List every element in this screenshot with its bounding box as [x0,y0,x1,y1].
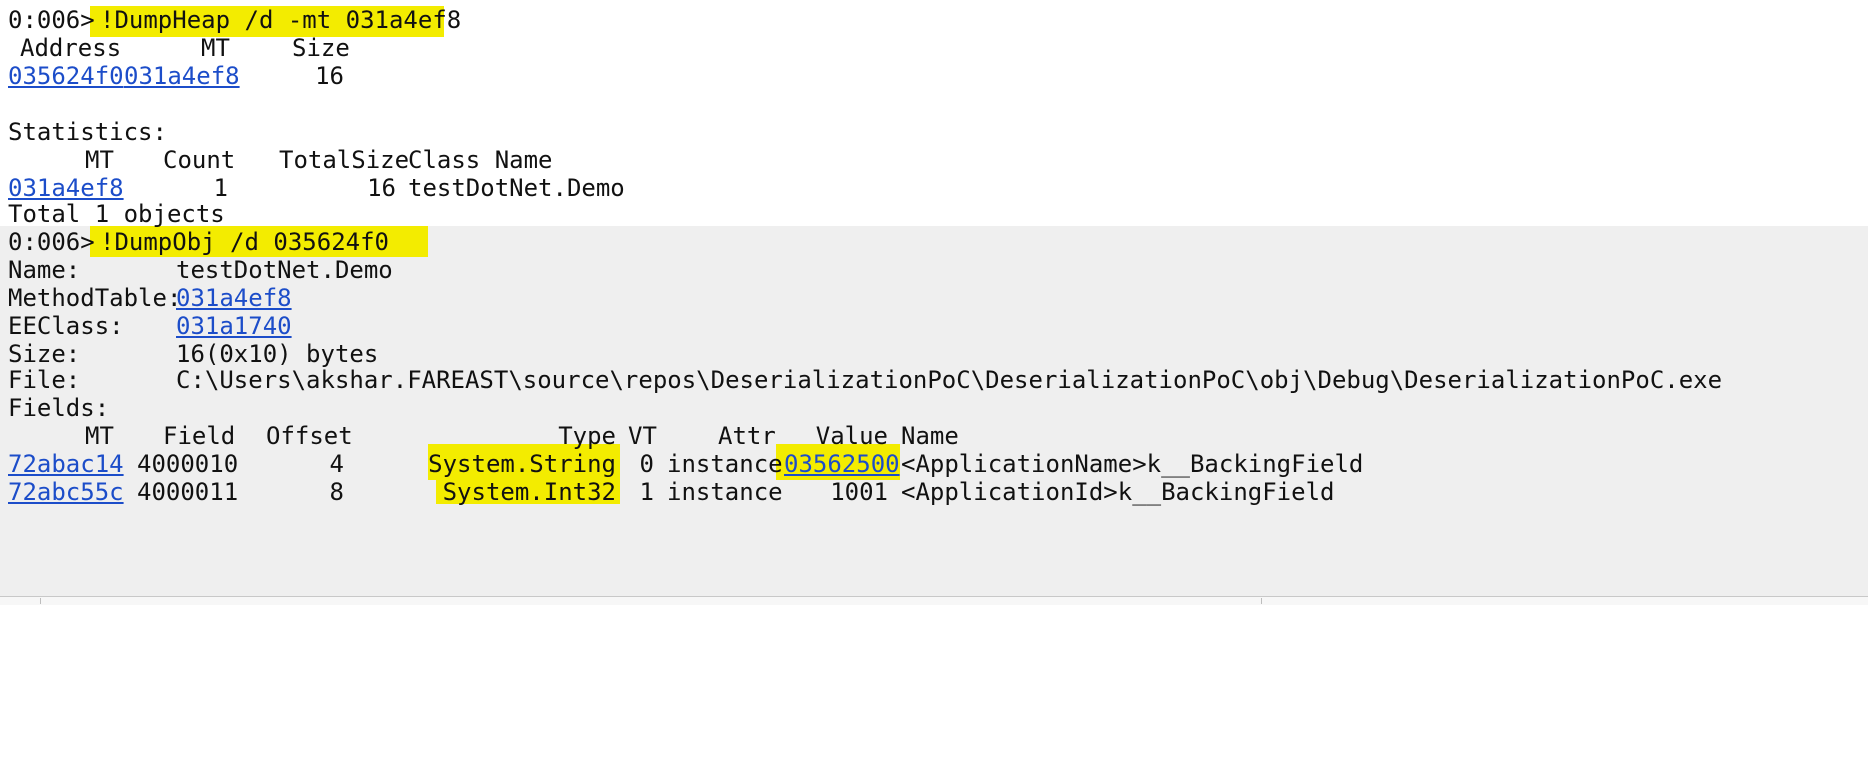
dumpheap-object-row: 035624f0 031a4ef8 16 [0,62,500,90]
eeclass-link[interactable]: 031a1740 [176,312,292,340]
stats-classname: testDotNet.Demo [408,174,625,202]
field-mt-link[interactable]: 72abac14 [8,450,124,478]
methodtable-label: MethodTable: [8,284,182,312]
statistics-label: Statistics: [8,118,167,146]
object-size: 16 [315,62,344,90]
fields-label: Fields: [8,394,110,422]
fields-header-field: Field [163,422,236,450]
field-mt-link[interactable]: 72abc55c [8,478,124,506]
field-offset: 8 [329,478,344,506]
stats-header-mt: MT [85,146,114,174]
fields-header-name: Name [901,422,959,450]
field-attr: instance [667,478,783,506]
field-value-link[interactable]: 03562500 [784,450,900,478]
size-label: Size: [8,340,81,368]
size-value: 16(0x10) bytes [176,340,379,368]
prompt: 0:006> [8,228,95,256]
command-line-dumpobj: 0:006> !DumpObj /d 035624f0 [0,228,500,256]
stats-header-classname: Class Name [408,146,553,174]
horizontal-scrollbar[interactable] [0,596,1868,605]
field-vt: 0 [639,450,654,478]
file-row: File: C:\Users\akshar.FAREAST\source\rep… [0,366,1868,394]
mt-link[interactable]: 031a4ef8 [124,62,240,90]
file-path: C:\Users\akshar.FAREAST\source\repos\Des… [176,366,1723,394]
header-size: Size [292,34,350,62]
stats-count: 1 [213,174,228,202]
field-token: 4000011 [137,478,239,506]
statistics-row: 031a4ef8 1 16 testDotNet.Demo [0,174,625,202]
fields-header-vt: VT [628,422,657,450]
statistics-header-row: MT Count TotalSize Class Name [0,146,620,174]
name-value: testDotNet.Demo [176,256,393,284]
field-type: System.String [428,450,616,478]
scrollbar-thumb[interactable] [40,598,1262,604]
fields-header-attr: Attr [718,422,776,450]
stats-mt-link[interactable]: 031a4ef8 [8,174,124,202]
field-offset: 4 [329,450,344,478]
size-row: Size: 16(0x10) bytes [0,340,500,368]
header-address: Address [20,34,122,62]
field-token: 4000010 [137,450,239,478]
field-name: <ApplicationName>k__BackingField [901,450,1364,478]
eeclass-row: EEClass: 031a1740 [0,312,500,340]
field-name: <ApplicationId>k__BackingField [901,478,1335,506]
field-value: 1001 [830,478,888,506]
fields-header-mt: MT [85,422,114,450]
dumpobj-command: !DumpObj /d 035624f0 [100,228,389,256]
fields-header-value: Value [815,422,888,450]
stats-totalsize: 16 [367,174,396,202]
address-link[interactable]: 035624f0 [8,62,124,90]
file-label: File: [8,366,81,394]
debugger-console: 0:006> !DumpHeap /d -mt 031a4ef8 Address… [0,0,1868,605]
dumpheap-command: !DumpHeap /d -mt 031a4ef8 [100,6,462,34]
field-row: 72abc55c 4000011 8 System.Int32 1 instan… [0,478,1400,506]
fields-header-row: MT Field Offset Type VT Attr Value Name [0,422,1000,450]
name-row: Name: testDotNet.Demo [0,256,500,284]
fields-header-type: Type [558,422,616,450]
total-objects: Total 1 objects [8,200,225,228]
stats-header-totalsize: TotalSize [279,146,410,174]
command-line-dumpheap: 0:006> !DumpHeap /d -mt 031a4ef8 [0,6,500,34]
prompt: 0:006> [8,6,95,34]
field-vt: 1 [639,478,654,506]
methodtable-link[interactable]: 031a4ef8 [176,284,292,312]
methodtable-row: MethodTable: 031a4ef8 [0,284,500,312]
eeclass-label: EEClass: [8,312,124,340]
header-mt: MT [201,34,230,62]
name-label: Name: [8,256,81,284]
field-row: 72abac14 4000010 4 System.String 0 insta… [0,450,1400,478]
field-type: System.Int32 [442,478,616,506]
dumpheap-header-row: Address MT Size [0,34,500,62]
field-attr: instance [667,450,783,478]
fields-header-offset: Offset [266,422,353,450]
stats-header-count: Count [163,146,236,174]
